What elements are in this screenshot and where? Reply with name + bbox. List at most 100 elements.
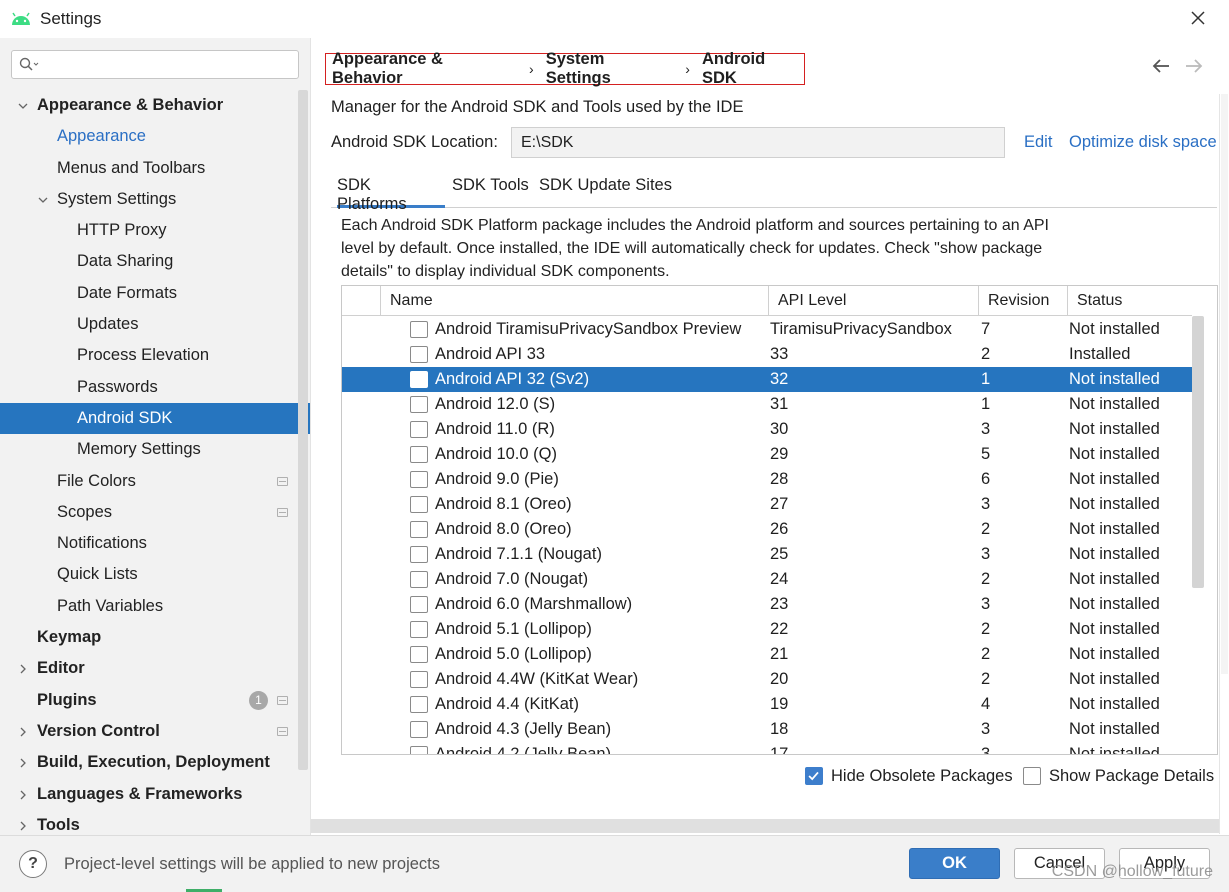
table-row[interactable]: Android API 32 (Sv2) 32 1 Not installed <box>342 367 1192 392</box>
row-checkbox[interactable] <box>410 546 428 563</box>
sidebar-scrollbar[interactable] <box>298 90 308 770</box>
cell-status: Not installed <box>1069 670 1160 688</box>
breadcrumb-item[interactable]: Appearance & Behavior <box>332 50 517 88</box>
checkbox-checked-icon <box>805 767 823 785</box>
row-checkbox[interactable] <box>410 596 428 613</box>
chevron-down-icon[interactable] <box>18 101 28 111</box>
table-row[interactable]: Android 9.0 (Pie) 28 6 Not installed <box>342 467 1192 492</box>
optimize-disk-space-link[interactable]: Optimize disk space <box>1069 133 1217 152</box>
table-scrollbar[interactable] <box>1192 316 1204 588</box>
row-checkbox[interactable] <box>410 496 428 513</box>
column-header-status[interactable]: Status <box>1067 286 1192 316</box>
row-checkbox[interactable] <box>410 346 428 363</box>
row-checkbox[interactable] <box>410 646 428 663</box>
row-checkbox[interactable] <box>410 471 428 488</box>
row-checkbox[interactable] <box>410 671 428 688</box>
sidebar-item[interactable]: Notifications <box>0 528 310 559</box>
sidebar-item[interactable]: Updates <box>0 309 310 340</box>
show-package-details-checkbox[interactable]: Show Package Details <box>1023 765 1214 787</box>
table-row[interactable]: Android 4.4 (KitKat) 19 4 Not installed <box>342 692 1192 717</box>
sidebar-item[interactable]: Memory Settings <box>0 434 310 465</box>
row-checkbox[interactable] <box>410 621 428 638</box>
sidebar-item[interactable]: Menus and Toolbars <box>0 153 310 184</box>
tab-sdk-tools[interactable]: SDK Tools <box>452 176 529 208</box>
horizontal-scrollbar[interactable] <box>311 819 1219 833</box>
sidebar-item[interactable]: HTTP Proxy <box>0 215 310 246</box>
sidebar-item[interactable]: System Settings <box>0 184 310 215</box>
row-checkbox[interactable] <box>410 321 428 338</box>
row-checkbox[interactable] <box>410 521 428 538</box>
tab-sdk-platforms[interactable]: SDK Platforms <box>337 176 445 213</box>
row-checkbox[interactable] <box>410 421 428 438</box>
cell-status: Not installed <box>1069 570 1160 588</box>
sidebar-item[interactable]: Scopes <box>0 497 310 528</box>
ok-button[interactable]: OK <box>909 848 1000 879</box>
sdk-location-field[interactable]: E:\SDK <box>511 127 1005 158</box>
table-row[interactable]: Android 4.4W (KitKat Wear) 20 2 Not install… <box>342 667 1192 692</box>
sidebar-item[interactable]: Android SDK <box>0 402 310 435</box>
row-checkbox[interactable] <box>410 446 428 463</box>
search-field[interactable] <box>11 50 299 79</box>
column-header-revision[interactable]: Revision <box>978 286 1067 316</box>
table-row[interactable]: Android 8.0 (Oreo) 26 2 Not installed <box>342 517 1192 542</box>
sidebar-item[interactable]: Appearance & Behavior <box>0 90 310 121</box>
table-row[interactable]: Android API 33 33 2 Installed <box>342 342 1192 367</box>
chevron-right-icon[interactable] <box>18 758 28 768</box>
table-row[interactable]: Android 11.0 (R) 30 3 Not installed <box>342 417 1192 442</box>
forward-arrow-icon[interactable] <box>1184 56 1204 76</box>
cell-revision: 2 <box>981 620 991 638</box>
sidebar-item[interactable]: File Colors <box>0 466 310 497</box>
chevron-right-icon[interactable] <box>18 727 28 737</box>
sidebar-item-label: Quick Lists <box>57 565 138 584</box>
column-header-api-level[interactable]: API Level <box>768 286 978 316</box>
sidebar-item[interactable]: Languages & Frameworks <box>0 779 310 810</box>
table-row[interactable]: Android 5.1 (Lollipop) 22 2 Not installed <box>342 617 1192 642</box>
chevron-right-icon[interactable] <box>18 664 28 674</box>
table-row[interactable]: Android 7.0 (Nougat) 24 2 Not installed <box>342 567 1192 592</box>
row-checkbox[interactable] <box>410 371 428 388</box>
sidebar-item[interactable]: Passwords <box>0 372 310 403</box>
sidebar-item[interactable]: Quick Lists <box>0 559 310 590</box>
page-scrollbar[interactable] <box>1221 94 1228 674</box>
hide-obsolete-checkbox[interactable]: Hide Obsolete Packages <box>805 765 1013 787</box>
table-row[interactable]: Android TiramisuPrivacySandbox Preview Ti… <box>342 317 1192 342</box>
sidebar-item[interactable]: Tools <box>0 810 310 835</box>
sidebar-item[interactable]: Path Variables <box>0 591 310 622</box>
cell-name: Android 6.0 (Marshmallow) <box>435 595 633 613</box>
table-row[interactable]: Android 4.2 (Jelly Bean) 17 3 Not installed <box>342 742 1192 754</box>
table-row[interactable]: Android 12.0 (S) 31 1 Not installed <box>342 392 1192 417</box>
sidebar-item[interactable]: Data Sharing <box>0 246 310 277</box>
back-arrow-icon[interactable] <box>1151 56 1171 76</box>
breadcrumb-item[interactable]: System Settings <box>546 50 674 88</box>
help-icon[interactable]: ? <box>19 850 47 878</box>
table-row[interactable]: Android 7.1.1 (Nougat) 25 3 Not installed <box>342 542 1192 567</box>
table-row[interactable]: Android 10.0 (Q) 29 5 Not installed <box>342 442 1192 467</box>
sidebar-item[interactable]: Process Elevation <box>0 340 310 371</box>
table-row[interactable]: Android 5.0 (Lollipop) 21 2 Not installed <box>342 642 1192 667</box>
row-checkbox[interactable] <box>410 721 428 738</box>
table-row[interactable]: Android 6.0 (Marshmallow) 23 3 Not installe… <box>342 592 1192 617</box>
sidebar-item-label: Version Control <box>37 721 160 740</box>
chevron-down-icon[interactable] <box>38 195 48 205</box>
sidebar-item[interactable]: Date Formats <box>0 278 310 309</box>
row-checkbox[interactable] <box>410 396 428 413</box>
table-row[interactable]: Android 8.1 (Oreo) 27 3 Not installed <box>342 492 1192 517</box>
sidebar-item[interactable]: Appearance <box>0 121 310 152</box>
sidebar-item[interactable]: Build, Execution, Deployment <box>0 747 310 778</box>
row-checkbox[interactable] <box>410 746 428 754</box>
tab-sdk-update-sites[interactable]: SDK Update Sites <box>539 176 672 208</box>
chevron-right-icon[interactable] <box>18 821 28 831</box>
sidebar-item[interactable]: Editor <box>0 653 310 684</box>
cell-status: Not installed <box>1069 695 1160 713</box>
sidebar-item[interactable]: Keymap <box>0 622 310 653</box>
edit-link[interactable]: Edit <box>1024 133 1052 152</box>
column-header-name[interactable]: Name <box>380 286 768 316</box>
row-checkbox[interactable] <box>410 571 428 588</box>
close-icon[interactable] <box>1189 9 1207 27</box>
sidebar-item[interactable]: Plugins 1 <box>0 685 310 716</box>
chevron-right-icon[interactable] <box>18 790 28 800</box>
sidebar-item[interactable]: Version Control <box>0 716 310 747</box>
table-row[interactable]: Android 4.3 (Jelly Bean) 18 3 Not installed <box>342 717 1192 742</box>
cell-revision: 6 <box>981 470 991 488</box>
row-checkbox[interactable] <box>410 696 428 713</box>
